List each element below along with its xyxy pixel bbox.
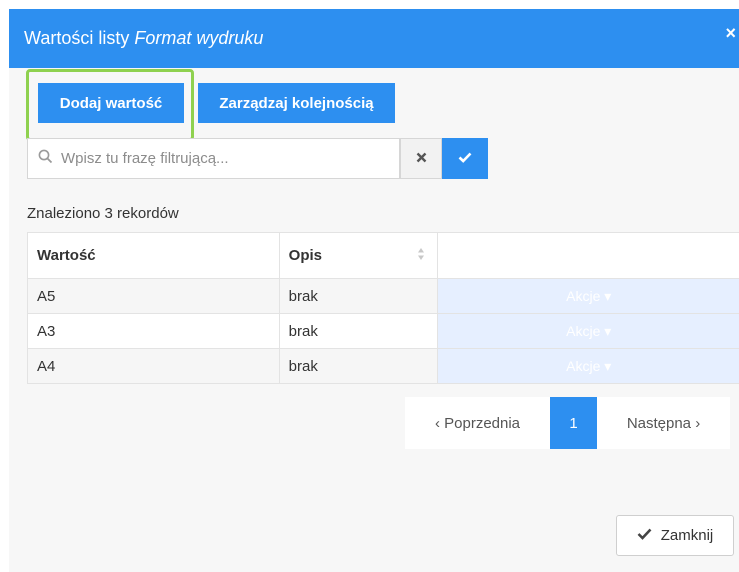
column-header-value[interactable]: Wartość xyxy=(27,232,280,279)
cell-value: A5 xyxy=(27,278,280,314)
records-count: Znaleziono 3 rekordów xyxy=(27,205,179,222)
search-input[interactable] xyxy=(61,150,381,167)
close-icon[interactable]: × xyxy=(725,23,736,44)
manage-order-button[interactable]: Zarządzaj kolejnością xyxy=(198,83,395,123)
apply-filter-button[interactable] xyxy=(442,138,488,179)
pagination-previous[interactable]: ‹ Poprzednia xyxy=(405,397,550,449)
check-icon xyxy=(458,150,472,168)
sort-icon xyxy=(417,247,425,265)
column-header-actions xyxy=(437,232,739,279)
column-header-description[interactable]: Opis xyxy=(278,232,439,279)
dialog-title: Wartości listy Format wydruku xyxy=(24,28,263,49)
dialog: Wartości listy Format wydruku × Dodaj wa… xyxy=(9,9,739,572)
pagination: ‹ Poprzednia 1 Następna › xyxy=(405,397,730,449)
close-button-label: Zamknij xyxy=(660,527,714,544)
column-header-description-label: Opis xyxy=(288,247,322,264)
values-table: Wartość Opis A5 brak Akcje ▾ A3 brak Akc… xyxy=(27,232,739,384)
dialog-title-prefix: Wartości listy xyxy=(24,28,130,48)
cell-value: A4 xyxy=(27,348,280,384)
table-row: A4 brak Akcje ▾ xyxy=(27,348,739,384)
cell-actions: Akcje ▾ xyxy=(437,348,739,384)
add-value-button[interactable]: Dodaj wartość xyxy=(38,83,184,123)
cell-actions: Akcje ▾ xyxy=(437,278,739,314)
check-icon xyxy=(637,527,661,544)
close-button[interactable]: Zamknij xyxy=(616,515,734,556)
clear-icon xyxy=(416,150,427,168)
actions-dropdown[interactable]: Akcje ▾ xyxy=(566,358,611,374)
cell-description: brak xyxy=(278,313,439,349)
table-row: A5 brak Akcje ▾ xyxy=(27,278,739,314)
table-row: A3 brak Akcje ▾ xyxy=(27,313,739,349)
pagination-page-current[interactable]: 1 xyxy=(550,397,597,449)
search-field[interactable] xyxy=(27,138,400,179)
cell-description: brak xyxy=(278,278,439,314)
search-icon xyxy=(38,149,53,169)
cell-value: A3 xyxy=(27,313,280,349)
cell-description: brak xyxy=(278,348,439,384)
clear-filter-button[interactable] xyxy=(400,138,442,179)
dialog-title-list-name: Format wydruku xyxy=(134,28,264,48)
table-header-row: Wartość Opis xyxy=(27,232,739,279)
cell-actions: Akcje ▾ xyxy=(437,313,739,349)
pagination-next[interactable]: Następna › xyxy=(597,397,730,449)
actions-dropdown[interactable]: Akcje ▾ xyxy=(566,323,611,339)
actions-dropdown[interactable]: Akcje ▾ xyxy=(566,288,611,304)
dialog-header: Wartości listy Format wydruku × xyxy=(9,9,739,68)
